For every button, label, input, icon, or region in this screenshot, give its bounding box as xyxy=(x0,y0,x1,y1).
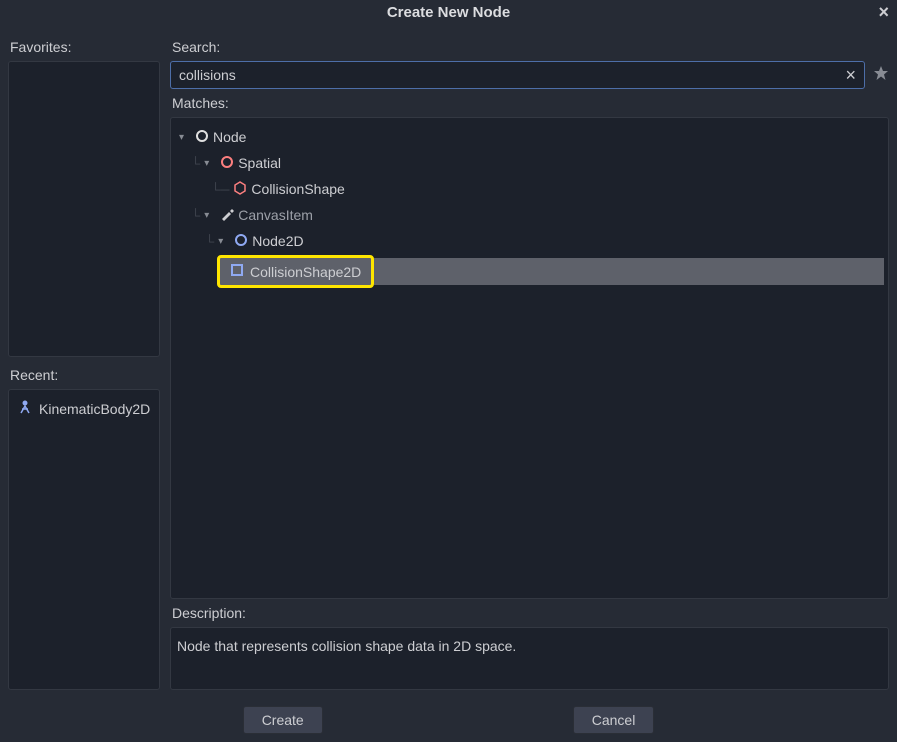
tree-item-label: Node2D xyxy=(252,233,303,249)
tree-item-canvasitem[interactable]: └ ▾ CanvasItem xyxy=(175,202,884,228)
create-button[interactable]: Create xyxy=(243,706,323,734)
tree-item-label: CollisionShape xyxy=(251,181,344,197)
search-input-container: × xyxy=(170,61,865,89)
canvas-item-icon xyxy=(220,207,234,224)
tree-line: └ xyxy=(205,234,214,249)
tree-line: └ xyxy=(191,156,200,171)
tree-item-collisionshape[interactable]: └─ CollisionShape xyxy=(175,176,884,202)
matches-panel: ▾ Node └ ▾ Spatial └─ CollisionShap xyxy=(170,117,889,599)
tree-item-node[interactable]: ▾ Node xyxy=(175,124,884,150)
cancel-button[interactable]: Cancel xyxy=(573,706,655,734)
highlighted-selection: CollisionShape2D xyxy=(217,255,374,288)
node2d-icon xyxy=(234,233,248,250)
tree-item-label: Node xyxy=(213,129,246,145)
tree-item-label: CanvasItem xyxy=(238,207,313,223)
chevron-down-icon[interactable]: ▾ xyxy=(179,132,191,143)
favorites-panel xyxy=(8,61,160,357)
recent-label: Recent: xyxy=(8,361,160,389)
spatial-icon xyxy=(220,155,234,172)
tree-item-node2d[interactable]: └ ▾ Node2D xyxy=(175,228,884,254)
close-icon[interactable]: × xyxy=(878,2,889,23)
recent-item-label: KinematicBody2D xyxy=(39,401,150,417)
tree-item-label: Spatial xyxy=(238,155,281,171)
favorite-star-icon[interactable] xyxy=(873,65,889,86)
matches-label: Matches: xyxy=(170,89,889,117)
clear-search-icon[interactable]: × xyxy=(841,65,860,86)
title-bar: Create New Node × xyxy=(0,0,897,25)
tree-item-collisionshape2d[interactable] xyxy=(374,258,884,285)
tree-item-spatial[interactable]: └ ▾ Spatial xyxy=(175,150,884,176)
recent-panel: KinematicBody2D xyxy=(8,389,160,690)
description-panel: Node that represents collision shape dat… xyxy=(170,627,889,690)
collision-shape-2d-icon xyxy=(230,263,244,280)
description-label: Description: xyxy=(170,599,889,627)
favorites-label: Favorites: xyxy=(8,33,160,61)
dialog-title: Create New Node xyxy=(387,4,510,21)
chevron-down-icon[interactable]: ▾ xyxy=(218,236,230,247)
tree-item-label: CollisionShape2D xyxy=(250,264,361,280)
collision-shape-icon xyxy=(233,181,247,198)
search-input[interactable] xyxy=(175,67,841,83)
chevron-down-icon[interactable]: ▾ xyxy=(204,210,216,221)
recent-item-kinematicbody2d[interactable]: KinematicBody2D xyxy=(13,394,155,423)
description-text: Node that represents collision shape dat… xyxy=(177,638,516,654)
tree-line: └ xyxy=(191,208,200,223)
node-icon xyxy=(195,129,209,146)
tree-line: └─ xyxy=(211,182,229,197)
chevron-down-icon[interactable]: ▾ xyxy=(204,158,216,169)
kinematic-body-icon xyxy=(17,399,33,418)
search-label: Search: xyxy=(170,33,889,61)
